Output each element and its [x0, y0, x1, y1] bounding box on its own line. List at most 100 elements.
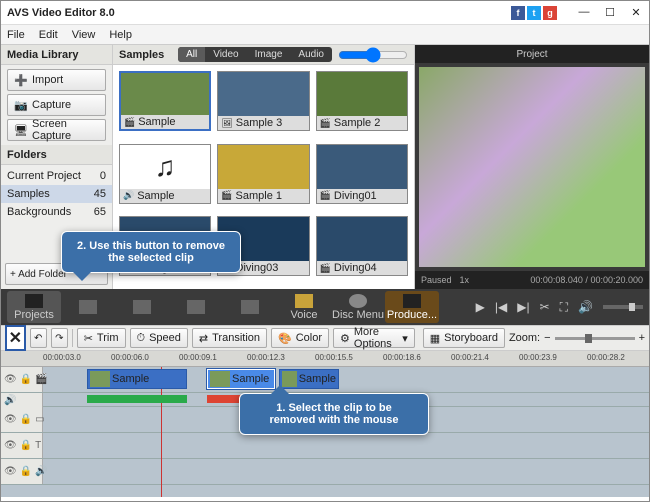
eye-icon[interactable]: 👁: [4, 374, 17, 385]
volume-icon[interactable]: 🔊: [578, 300, 593, 314]
fullscreen-button[interactable]: ⛶: [560, 300, 568, 315]
timeline-clip[interactable]: Sample: [207, 369, 275, 389]
transition-icon: ⇄: [199, 332, 208, 345]
import-button[interactable]: ➕Import: [7, 69, 106, 91]
mode-effects[interactable]: [169, 291, 223, 323]
redo-button[interactable]: ↷: [51, 328, 68, 348]
thumbnail-diving01[interactable]: 🎬Diving01: [316, 144, 408, 204]
mode-media[interactable]: [61, 291, 115, 323]
menu-edit[interactable]: Edit: [39, 29, 58, 41]
palette-icon: 🎨: [278, 332, 292, 345]
thumbnail-sample-1[interactable]: 🎬Sample 1: [217, 144, 309, 204]
video-icon: 🎬: [221, 190, 232, 201]
trim-button[interactable]: ✂Trim: [77, 328, 126, 348]
playback-status: Paused: [421, 275, 452, 285]
thumbnail-sample-3[interactable]: 🖼Sample 3: [217, 71, 309, 131]
time-total: 00:00:20.000: [590, 275, 643, 285]
text-track-icon: T: [35, 440, 41, 451]
storyboard-button[interactable]: ▦Storyboard: [423, 328, 505, 348]
prev-button[interactable]: |◀: [495, 300, 507, 314]
audio-icon: 🔊: [123, 190, 134, 201]
ruler-tick: 00:00:28.2: [587, 353, 625, 362]
grid-icon: ▦: [430, 332, 440, 345]
sliders-icon: ⚙: [340, 332, 350, 345]
folder-icon: [79, 300, 97, 314]
ruler-tick: 00:00:06.0: [111, 353, 149, 362]
window-title: AVS Video Editor 8.0: [7, 7, 511, 19]
eye-icon[interactable]: 👁: [4, 466, 17, 477]
tab-image[interactable]: Image: [247, 47, 291, 62]
split-button[interactable]: ✂: [540, 300, 550, 314]
googleplus-icon[interactable]: g: [543, 6, 557, 20]
eye-icon[interactable]: 👁: [4, 414, 17, 425]
clapper-icon: [25, 294, 43, 308]
delete-clip-button[interactable]: ✕: [5, 325, 26, 351]
produce-button[interactable]: Produce...: [385, 291, 439, 323]
close-button[interactable]: ✕: [629, 6, 643, 19]
folder-current-project[interactable]: Current Project0: [1, 167, 112, 185]
thumbnail-sample-2[interactable]: 🎬Sample 2: [316, 71, 408, 131]
eye-icon[interactable]: 👁: [4, 440, 17, 451]
facebook-icon[interactable]: f: [511, 6, 525, 20]
time-current: 00:00:08.040: [530, 275, 583, 285]
undo-button[interactable]: ↶: [30, 328, 47, 348]
mode-disc[interactable]: Disc Menu: [331, 291, 385, 323]
chevron-down-icon: ▾: [402, 332, 408, 345]
callout-step2: 2. Use this button to remove the selecte…: [61, 231, 241, 273]
ruler-tick: 00:00:21.4: [451, 353, 489, 362]
next-button[interactable]: ▶|: [517, 300, 529, 314]
zoom-slider[interactable]: [555, 337, 635, 340]
disc-icon: [349, 294, 367, 308]
tab-all[interactable]: All: [178, 47, 205, 62]
speed-button[interactable]: ⏱Speed: [130, 328, 188, 348]
timeline-clip[interactable]: Sample: [87, 369, 187, 389]
color-button[interactable]: 🎨Color: [271, 328, 329, 348]
ruler-tick: 00:00:23.9: [519, 353, 557, 362]
folder-backgrounds[interactable]: Backgrounds65: [1, 203, 112, 221]
scissors-icon: ✂: [84, 332, 93, 345]
ruler-tick: 00:00:18.6: [383, 353, 421, 362]
menu-view[interactable]: View: [72, 29, 96, 41]
menu-file[interactable]: File: [7, 29, 25, 41]
audio-clip[interactable]: [87, 395, 187, 403]
mode-text[interactable]: [223, 291, 277, 323]
lock-icon[interactable]: 🔒: [20, 466, 32, 477]
thumb-size-slider[interactable]: [338, 47, 408, 63]
menu-help[interactable]: Help: [109, 29, 132, 41]
zoom-in-button[interactable]: +: [639, 332, 645, 344]
thumbnail-sample[interactable]: ♫🔊Sample: [119, 144, 211, 204]
lock-icon[interactable]: 🔒: [20, 374, 32, 385]
thumbnail-diving04[interactable]: 🎬Diving04: [316, 216, 408, 276]
clip-thumb: [90, 371, 110, 387]
lock-icon[interactable]: 🔒: [20, 440, 32, 451]
folder-samples[interactable]: Samples45: [1, 185, 112, 203]
zoom-label: Zoom:: [509, 332, 540, 344]
capture-button[interactable]: 📷Capture: [7, 94, 106, 116]
mode-projects[interactable]: Projects: [7, 291, 61, 323]
twitter-icon[interactable]: t: [527, 6, 541, 20]
zoom-out-button[interactable]: −: [544, 332, 550, 344]
tab-audio[interactable]: Audio: [290, 47, 332, 62]
ruler-tick: 00:00:09.1: [179, 353, 217, 362]
preview-area[interactable]: [419, 67, 645, 267]
video-icon: 🎬: [124, 117, 135, 128]
video-icon: 🎬: [320, 263, 331, 274]
more-options-button[interactable]: ⚙More Options▾: [333, 328, 415, 348]
transition-button[interactable]: ⇄Transition: [192, 328, 267, 348]
timeline-ruler[interactable]: 00:00:03.000:00:06.000:00:09.100:00:12.3…: [1, 351, 649, 367]
mode-transitions[interactable]: [115, 291, 169, 323]
mode-voice[interactable]: Voice: [277, 291, 331, 323]
monitor-icon: 🖥: [14, 124, 26, 137]
play-button[interactable]: ▶: [476, 300, 485, 314]
maximize-button[interactable]: ☐: [603, 6, 617, 19]
screen-capture-button[interactable]: 🖥Screen Capture: [7, 119, 106, 141]
transition-icon: [133, 300, 151, 314]
mic-icon: [295, 294, 313, 308]
project-header: Project: [415, 45, 649, 63]
gauge-icon: ⏱: [137, 332, 146, 345]
lock-icon[interactable]: 🔒: [20, 414, 32, 425]
volume-slider[interactable]: [603, 305, 643, 309]
thumbnail-sample[interactable]: 🎬Sample: [119, 71, 211, 131]
minimize-button[interactable]: —: [577, 6, 591, 19]
tab-video[interactable]: Video: [205, 47, 246, 62]
